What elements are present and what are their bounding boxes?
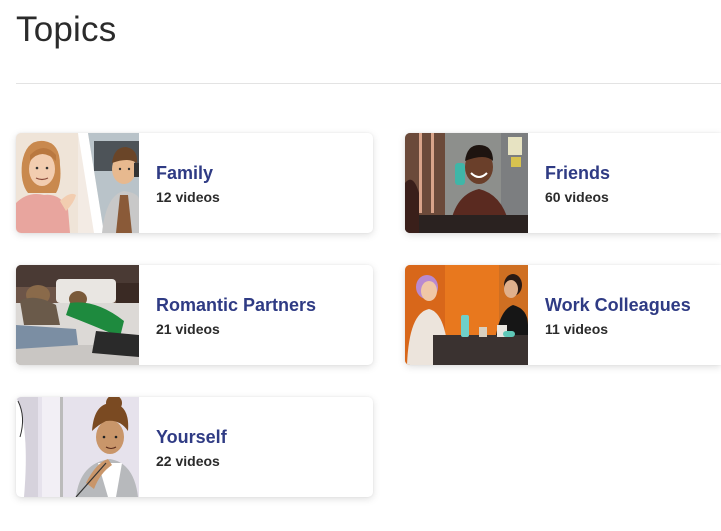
topic-card-body: Yourself 22 videos	[139, 397, 227, 497]
topic-card-body: Romantic Partners 21 videos	[139, 265, 316, 365]
topic-video-count: 21 videos	[156, 321, 220, 337]
topic-card-romantic-partners[interactable]: Romantic Partners 21 videos	[16, 265, 373, 365]
topic-card-family[interactable]: Family 12 videos	[16, 133, 373, 233]
topic-title[interactable]: Yourself	[156, 427, 227, 447]
topic-title[interactable]: Family	[156, 163, 220, 183]
topic-card-body: Friends 60 videos	[528, 133, 610, 233]
yourself-illustration-image	[16, 397, 139, 497]
topic-thumbnail-family	[16, 133, 139, 233]
topic-card-work-colleagues[interactable]: Work Colleagues 11 videos	[405, 265, 721, 365]
romantic-partners-photo-image	[16, 265, 139, 365]
title-divider	[16, 83, 721, 84]
topic-video-count: 60 videos	[545, 189, 609, 205]
topic-thumbnail-yourself	[16, 397, 139, 497]
topic-title[interactable]: Work Colleagues	[545, 295, 691, 315]
work-colleagues-photo-image	[405, 265, 528, 365]
topic-thumbnail-work-colleagues	[405, 265, 528, 365]
topic-title[interactable]: Friends	[545, 163, 610, 183]
topic-card-body: Work Colleagues 11 videos	[528, 265, 691, 365]
topics-page: Topics Family 12 videos Friends 60 video…	[0, 0, 721, 531]
family-illustration-image	[16, 133, 139, 233]
topic-title[interactable]: Romantic Partners	[156, 295, 316, 315]
friends-photo-image	[405, 133, 528, 233]
topic-card-yourself[interactable]: Yourself 22 videos	[16, 397, 373, 497]
topic-card-friends[interactable]: Friends 60 videos	[405, 133, 721, 233]
topic-video-count: 12 videos	[156, 189, 220, 205]
topic-thumbnail-romantic-partners	[16, 265, 139, 365]
page-title: Topics	[16, 10, 117, 49]
topic-thumbnail-friends	[405, 133, 528, 233]
topic-card-body: Family 12 videos	[139, 133, 220, 233]
topic-video-count: 22 videos	[156, 453, 220, 469]
topic-video-count: 11 videos	[545, 321, 609, 337]
